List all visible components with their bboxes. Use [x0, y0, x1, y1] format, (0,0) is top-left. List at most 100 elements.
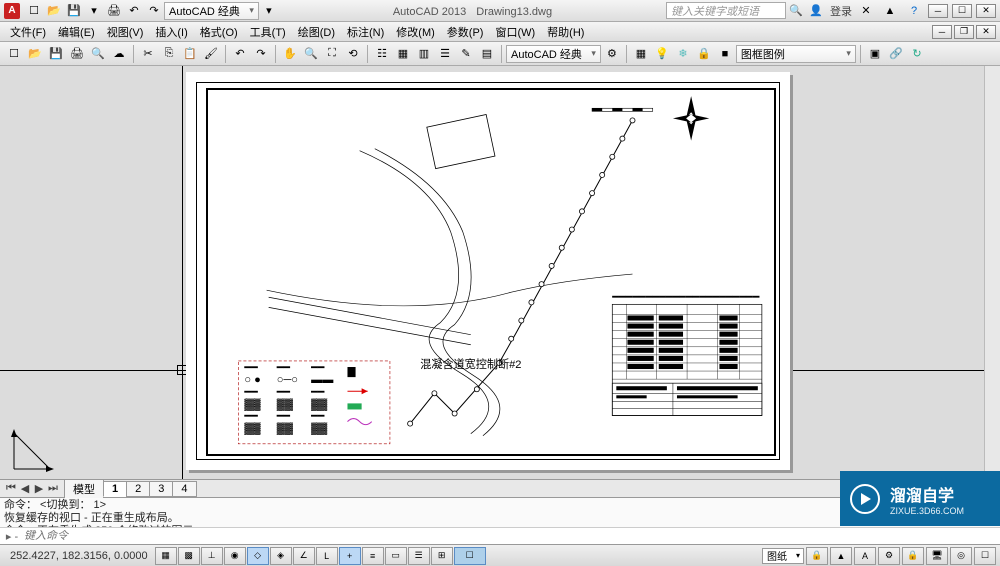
- redo-icon[interactable]: ↷: [252, 45, 270, 63]
- help-search-input[interactable]: 键入关键字或短语: [666, 2, 786, 19]
- dyn-toggle[interactable]: +: [339, 547, 361, 565]
- quickcalc-icon[interactable]: ▤: [478, 45, 496, 63]
- qat-redo-icon[interactable]: ↷: [145, 2, 163, 20]
- tab-first-icon[interactable]: ⏮: [4, 482, 18, 495]
- markup-icon[interactable]: ✎: [457, 45, 475, 63]
- cut-icon[interactable]: ✂: [139, 45, 157, 63]
- snap-toggle[interactable]: ▦: [155, 547, 177, 565]
- tab-layout-3[interactable]: 3: [149, 481, 173, 497]
- copy-icon[interactable]: ⎘: [160, 45, 178, 63]
- block-icon[interactable]: ▣: [866, 45, 884, 63]
- design-center-icon[interactable]: ▦: [394, 45, 412, 63]
- zoom-previous-icon[interactable]: ⟲: [344, 45, 362, 63]
- plot-icon[interactable]: 🖨: [68, 45, 86, 63]
- xref-icon[interactable]: 🔗: [887, 45, 905, 63]
- sc-toggle[interactable]: ⊞: [431, 547, 453, 565]
- qat-open-icon[interactable]: 📂: [45, 2, 63, 20]
- clean-screen-icon[interactable]: ☐: [974, 547, 996, 565]
- menu-dimension[interactable]: 标注(N): [341, 22, 390, 42]
- layer-on-icon[interactable]: 💡: [653, 45, 671, 63]
- qat-undo-icon[interactable]: ↶: [125, 2, 143, 20]
- model-toggle[interactable]: ☐: [454, 547, 486, 565]
- sheet-set-icon[interactable]: ☰: [436, 45, 454, 63]
- tab-layout-1[interactable]: 1: [103, 481, 127, 497]
- annovis-icon[interactable]: ▲: [830, 547, 852, 565]
- menu-edit[interactable]: 编辑(E): [52, 22, 101, 42]
- layer-lock-icon[interactable]: 🔒: [695, 45, 713, 63]
- ducs-toggle[interactable]: L: [316, 547, 338, 565]
- menu-help[interactable]: 帮助(H): [541, 22, 590, 42]
- zoom-window-icon[interactable]: ⛶: [323, 45, 341, 63]
- menu-parametric[interactable]: 参数(P): [441, 22, 490, 42]
- layer-manager-icon[interactable]: ▦: [632, 45, 650, 63]
- menu-tools[interactable]: 工具(T): [244, 22, 292, 42]
- publish-icon[interactable]: ☁: [110, 45, 128, 63]
- menu-modify[interactable]: 修改(M): [390, 22, 441, 42]
- toolbar-lock-icon[interactable]: 🔒: [902, 547, 924, 565]
- ws-switch-icon[interactable]: ⚙: [878, 547, 900, 565]
- qat-saveas-icon[interactable]: ▾: [85, 2, 103, 20]
- hardware-icon[interactable]: 🖥: [926, 547, 948, 565]
- workspace-combo[interactable]: AutoCAD 经典: [506, 45, 601, 63]
- preview-icon[interactable]: 🔍: [89, 45, 107, 63]
- menu-insert[interactable]: 插入(I): [149, 22, 193, 42]
- tab-model[interactable]: 模型: [64, 479, 104, 499]
- undo-icon[interactable]: ↶: [231, 45, 249, 63]
- pan-icon[interactable]: ✋: [281, 45, 299, 63]
- new-icon[interactable]: ☐: [5, 45, 23, 63]
- lwt-toggle[interactable]: ≡: [362, 547, 384, 565]
- qat-more-icon[interactable]: ▾: [260, 2, 278, 20]
- menu-file[interactable]: 文件(F): [4, 22, 52, 42]
- grid-toggle[interactable]: ▩: [178, 547, 200, 565]
- menu-draw[interactable]: 绘图(D): [292, 22, 341, 42]
- matchprop-icon[interactable]: 🖌: [202, 45, 220, 63]
- app-logo[interactable]: A: [4, 3, 20, 19]
- doc-minimize-icon[interactable]: ─: [932, 25, 952, 39]
- otrack-toggle[interactable]: ∠: [293, 547, 315, 565]
- tool-palettes-icon[interactable]: ▥: [415, 45, 433, 63]
- tpy-toggle[interactable]: ▭: [385, 547, 407, 565]
- refresh-icon[interactable]: ↻: [908, 45, 926, 63]
- tab-layout-2[interactable]: 2: [126, 481, 150, 497]
- doc-restore-icon[interactable]: ❐: [954, 25, 974, 39]
- paper-model-combo[interactable]: 图纸: [762, 548, 804, 564]
- polar-toggle[interactable]: ◉: [224, 547, 246, 565]
- login-link[interactable]: 登录: [830, 3, 852, 19]
- save-icon[interactable]: 💾: [47, 45, 65, 63]
- user-icon[interactable]: 👤: [807, 2, 825, 20]
- properties-icon[interactable]: ☷: [373, 45, 391, 63]
- layer-combo[interactable]: 图框图例: [736, 45, 856, 63]
- isolate-icon[interactable]: ◎: [950, 547, 972, 565]
- drawing-area[interactable]: 混凝含道宽控制断#2 ━━━━━━ ○ ●○─○▬▬ ━━━━━━ ▓▓▓▓▓▓…: [0, 66, 1000, 479]
- qat-new-icon[interactable]: ☐: [25, 2, 43, 20]
- tab-next-icon[interactable]: ▶: [32, 482, 46, 495]
- qat-plot-icon[interactable]: 🖨: [105, 2, 123, 20]
- layer-color-icon[interactable]: ■: [716, 45, 734, 63]
- paste-icon[interactable]: 📋: [181, 45, 199, 63]
- search-icon[interactable]: 🔍: [787, 2, 805, 20]
- qat-save-icon[interactable]: 💾: [65, 2, 83, 20]
- zoom-realtime-icon[interactable]: 🔍: [302, 45, 320, 63]
- layer-freeze-icon[interactable]: ❄: [674, 45, 692, 63]
- menu-window[interactable]: 窗口(W): [489, 22, 541, 42]
- qp-toggle[interactable]: ☰: [408, 547, 430, 565]
- help-icon[interactable]: ?: [905, 2, 923, 20]
- tab-prev-icon[interactable]: ◀: [18, 482, 32, 495]
- osnap-toggle[interactable]: ◇: [247, 547, 269, 565]
- ortho-toggle[interactable]: ⊥: [201, 547, 223, 565]
- window-minimize-icon[interactable]: ─: [928, 4, 948, 18]
- doc-close-icon[interactable]: ✕: [976, 25, 996, 39]
- workspace-selector[interactable]: AutoCAD 经典: [164, 2, 259, 20]
- tab-layout-4[interactable]: 4: [172, 481, 196, 497]
- menu-format[interactable]: 格式(O): [194, 22, 244, 42]
- annoscale-icon[interactable]: 🔒: [806, 547, 828, 565]
- annoauto-icon[interactable]: A: [854, 547, 876, 565]
- model-viewport[interactable]: 混凝含道宽控制断#2 ━━━━━━ ○ ●○─○▬▬ ━━━━━━ ▓▓▓▓▓▓…: [0, 66, 1000, 479]
- 3dosnap-toggle[interactable]: ◈: [270, 547, 292, 565]
- window-maximize-icon[interactable]: ☐: [952, 4, 972, 18]
- cursor-coordinates[interactable]: 252.4227, 182.3156, 0.0000: [4, 550, 154, 562]
- window-close-icon[interactable]: ✕: [976, 4, 996, 18]
- open-icon[interactable]: 📂: [26, 45, 44, 63]
- command-input[interactable]: [24, 530, 996, 542]
- menu-view[interactable]: 视图(V): [101, 22, 150, 42]
